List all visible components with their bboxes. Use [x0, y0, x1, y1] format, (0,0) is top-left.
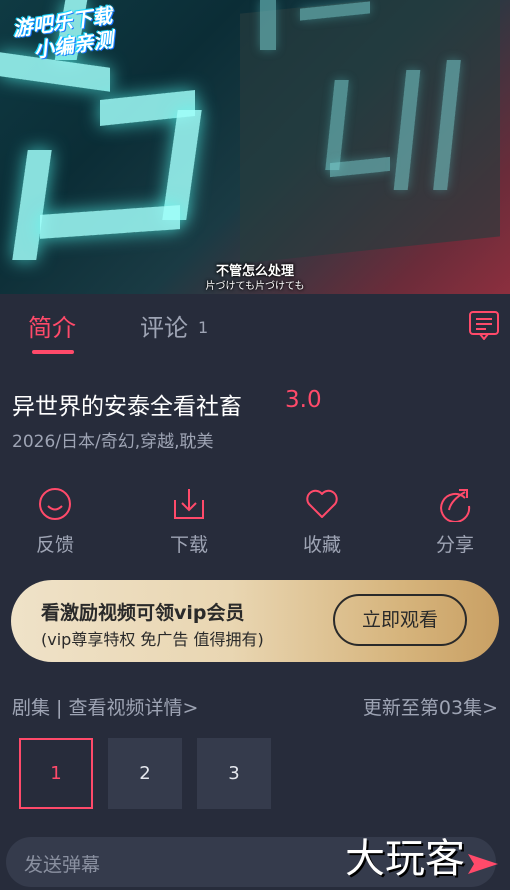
video-frame-panel [240, 0, 500, 264]
vip-banner-title: 看激励视频可领vip会员 [41, 602, 245, 624]
favorite-button[interactable]: 收藏 [290, 486, 354, 557]
comment-count: 1 [198, 318, 209, 337]
send-danmaku-button[interactable] [466, 850, 500, 878]
video-glow-segment [12, 150, 52, 260]
show-title: 异世界的安泰全看社畜 [12, 394, 242, 420]
watermark-logo: 游吧乐下载 小编亲测 [11, 3, 117, 64]
feedback-label: 反馈 [35, 534, 74, 556]
feedback-smile-icon [39, 488, 71, 520]
subtitle-secondary: 片づけても片づけても [205, 281, 305, 292]
episode-update-link[interactable]: 更新至第03集> [363, 693, 498, 720]
list-menu-button[interactable] [468, 310, 500, 341]
tab-comments[interactable]: 评论 [140, 308, 188, 343]
video-player[interactable]: 游吧乐下载 小编亲测 不管怎么处理 片づけても片づけても [0, 0, 510, 294]
tab-active-indicator [32, 350, 74, 354]
share-icon [440, 489, 471, 522]
vip-banner-subtitle: (vip尊享特权 免广告 值得拥有) [41, 630, 264, 649]
video-glow-segment [162, 110, 202, 220]
list-icon [469, 311, 499, 341]
download-button[interactable]: 下载 [157, 486, 221, 557]
video-glow-segment [40, 205, 180, 239]
danmaku-placeholder: 发送弹幕 [24, 854, 101, 876]
watch-now-button[interactable]: 立即观看 [333, 594, 467, 646]
feedback-button[interactable]: 反馈 [23, 486, 87, 557]
send-icon [468, 854, 498, 874]
download-label: 下载 [169, 534, 208, 556]
heart-icon [306, 489, 338, 518]
video-glow-segment [260, 0, 276, 50]
episode-button-3[interactable]: 3 [197, 738, 271, 809]
show-meta: 2026/日本/奇幻,穿越,耽美 [12, 432, 214, 452]
download-icon [174, 489, 204, 519]
tab-intro[interactable]: 简介 [28, 308, 76, 343]
share-label: 分享 [435, 534, 474, 556]
favorite-label: 收藏 [302, 534, 341, 556]
episode-button-1[interactable]: 1 [19, 738, 93, 809]
episode-button-2[interactable]: 2 [108, 738, 182, 809]
brand-watermark: 大玩客 [345, 836, 465, 882]
tab-bar: 简介 评论 1 [0, 294, 510, 358]
share-button[interactable]: 分享 [423, 486, 487, 557]
show-score: 3.0 [285, 387, 322, 413]
vip-promo-banner[interactable]: 看激励视频可领vip会员 (vip尊享特权 免广告 值得拥有) 立即观看 [11, 580, 499, 662]
episode-details-link[interactable]: 剧集 | 查看视频详情> [12, 693, 198, 720]
